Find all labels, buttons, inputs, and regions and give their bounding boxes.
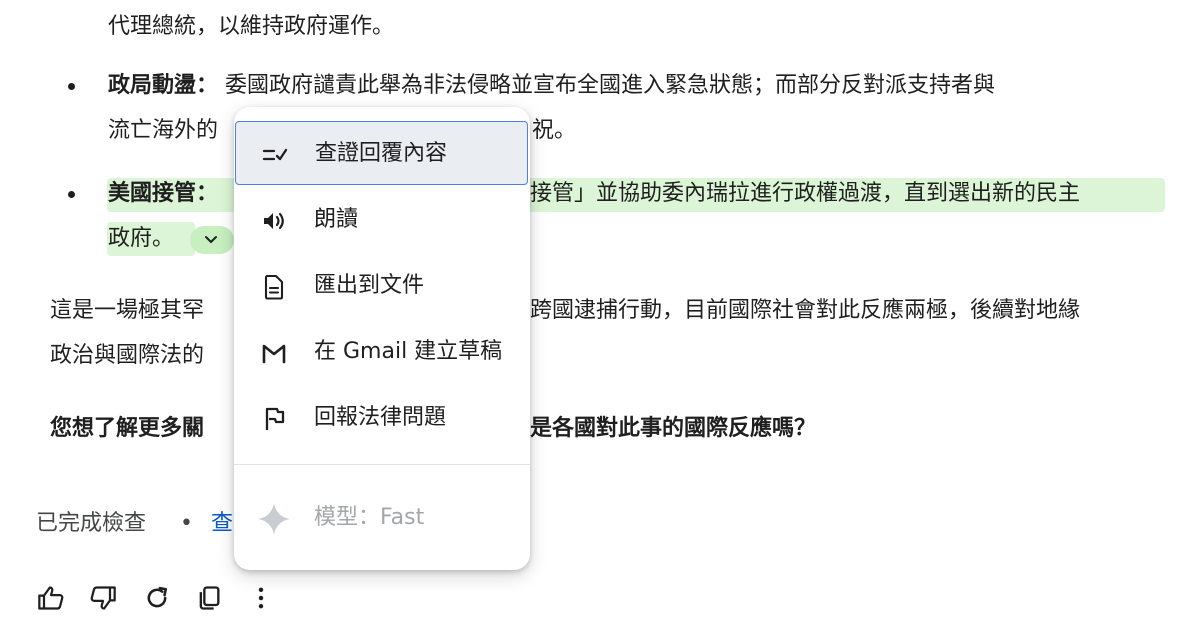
model-label: 模型：Fast	[314, 505, 425, 530]
text-line-top: 代理總統，以維持政府運作。	[108, 14, 395, 39]
menu-item-label: 查證回覆內容	[315, 141, 448, 166]
copy-button[interactable]	[195, 584, 223, 612]
more-options-button[interactable]	[247, 584, 275, 612]
gmail-icon	[262, 344, 286, 364]
menu-item-label: 朗讀	[314, 207, 359, 232]
copy-icon	[199, 586, 220, 610]
status-separator: •	[180, 511, 193, 536]
menu-item-export-docs[interactable]: 匯出到文件	[234, 253, 530, 319]
bullet-politics-line2a: 流亡海外的	[108, 118, 219, 143]
thumb-down-button[interactable]	[89, 584, 117, 612]
redo-button[interactable]	[143, 584, 171, 612]
more-options-menu: 查證回覆內容 朗讀 匯出到文件 在 Gmail 建立草稿 回報法律問題 模型：F…	[234, 107, 530, 570]
followup-question-b: 是各國對此事的國際反應嗎？	[530, 416, 817, 441]
bullet-us-line2: 政府。	[108, 226, 175, 251]
paragraph-line1b: 跨國逮捕行動，目前國際社會對此反應兩極，後續對地緣	[530, 298, 1081, 323]
redo-icon	[147, 586, 168, 608]
paragraph-line1a: 這是一場極其罕	[50, 298, 205, 323]
expand-source-chip[interactable]	[190, 226, 234, 254]
menu-item-label: 在 Gmail 建立草稿	[314, 339, 503, 364]
menu-model-info: 模型：Fast	[234, 485, 530, 551]
menu-divider	[234, 464, 530, 465]
thumb-up-icon	[38, 586, 64, 610]
menu-item-gmail-draft[interactable]: 在 Gmail 建立草稿	[234, 319, 530, 385]
menu-item-report-legal[interactable]: 回報法律問題	[234, 385, 530, 451]
bullet-text: 委國政府譴責此舉為非法侵略並宣布全國進入緊急狀態；而部分反對派支持者與	[218, 73, 996, 98]
bullet-us-label: 美國接管：	[108, 181, 219, 206]
more-vert-icon	[258, 587, 264, 609]
paragraph-line2: 政治與國際法的	[50, 343, 205, 368]
response-page: 代理總統，以維持政府運作。 政局動盪： 委國政府譴責此舉為非法侵略並宣布全國進入…	[0, 0, 1200, 630]
menu-item-verify-response[interactable]: 查證回覆內容	[235, 121, 528, 185]
followup-question-a: 您想了解更多關	[50, 416, 205, 441]
bullet-politics-line2b: 祝。	[532, 118, 577, 143]
status-link[interactable]: 查	[211, 509, 233, 539]
bullet-us-text: 接管」並協助委內瑞拉進行政權過渡，直到選出新的民主	[530, 181, 1081, 206]
bullet-marker	[68, 83, 75, 90]
flag-icon	[265, 407, 285, 430]
sparkle-icon	[258, 503, 290, 535]
bullet-politics: 政局動盪： 委國政府譴責此舉為非法侵略並宣布全國進入緊急狀態；而部分反對派支持者…	[108, 71, 995, 101]
menu-item-label: 匯出到文件	[314, 273, 425, 298]
chevron-down-icon	[205, 236, 217, 244]
menu-item-read-aloud[interactable]: 朗讀	[234, 187, 530, 253]
menu-item-label: 回報法律問題	[314, 405, 447, 430]
speaker-icon	[264, 212, 284, 230]
document-icon	[264, 274, 284, 300]
double-check-icon	[262, 148, 288, 161]
thumb-down-icon	[90, 586, 116, 610]
bullet-label: 政局動盪：	[108, 73, 219, 98]
bullet-marker	[68, 191, 75, 198]
thumb-up-button[interactable]	[37, 584, 65, 612]
status-text: 已完成檢查	[36, 511, 147, 536]
